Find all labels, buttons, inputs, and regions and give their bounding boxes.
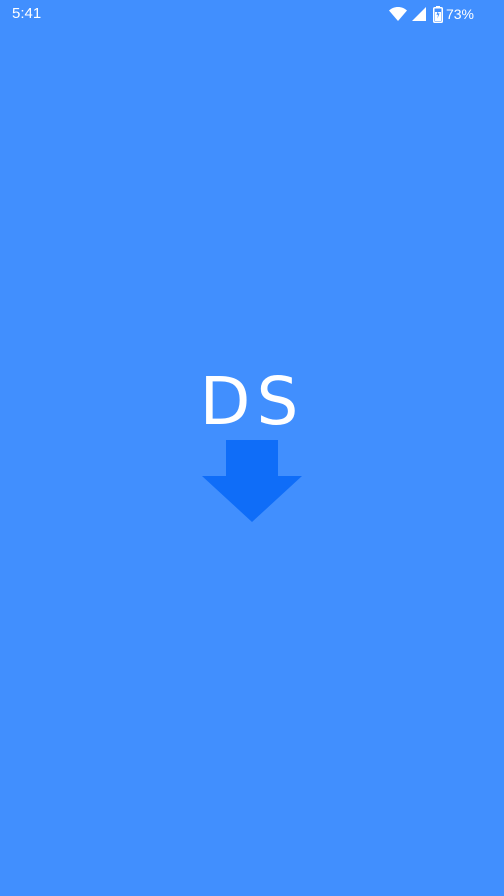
status-time: 5:41 xyxy=(12,5,42,22)
cell-signal-icon xyxy=(411,7,426,21)
splash-logo: DS xyxy=(198,364,306,526)
battery-percent: 73% xyxy=(445,6,474,22)
logo-text: DS xyxy=(199,363,305,440)
battery-icon xyxy=(432,5,443,23)
download-arrow-icon xyxy=(202,440,302,522)
status-icons: 73% xyxy=(388,4,474,24)
wifi-icon xyxy=(388,7,407,21)
status-bar: 5:41 73% xyxy=(0,0,504,28)
